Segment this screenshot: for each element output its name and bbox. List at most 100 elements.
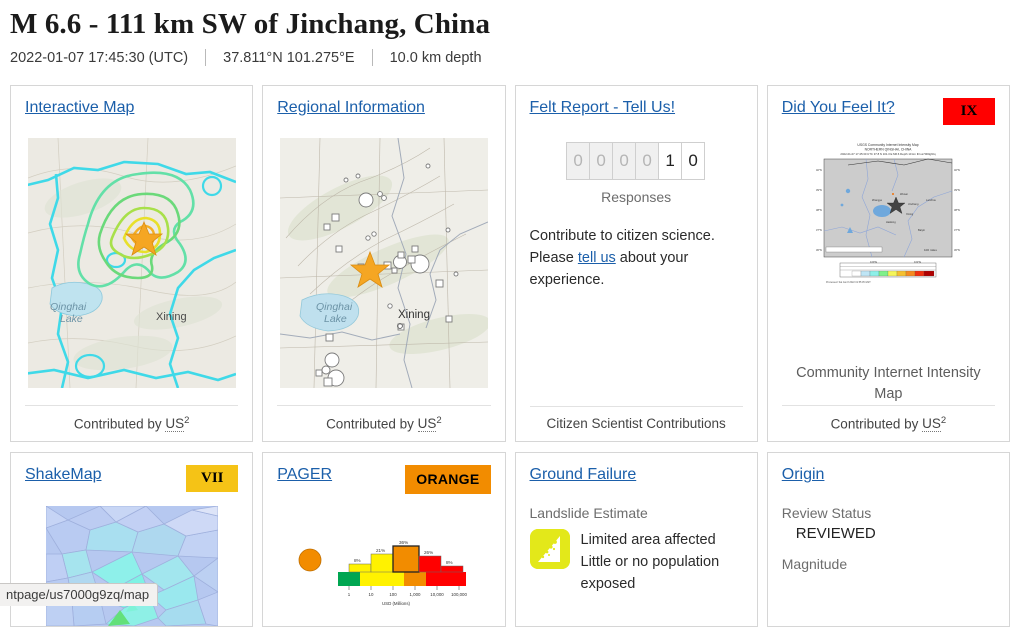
odometer-digit: 0 xyxy=(566,142,591,180)
landslide-icon xyxy=(529,529,570,569)
axis-tick: 1 xyxy=(348,592,351,597)
ciim-title-line3: 2022-01-07 17:45:30 UTC 37.8 N 101.3 E M… xyxy=(841,152,937,156)
interactive-map-link[interactable]: Interactive Map xyxy=(25,98,134,118)
response-odometer: 0 0 0 0 1 0 xyxy=(530,142,743,180)
line2-prefix: Please xyxy=(529,250,578,266)
svg-text:39°N: 39°N xyxy=(816,188,822,192)
svg-text:Xining: Xining xyxy=(156,311,187,323)
ciim-title-line2: NORTHERN QINGHAI, CHINA xyxy=(865,148,913,152)
pager-link[interactable]: PAGER xyxy=(277,465,332,485)
seismicity-map: Qinghai Lake Xining xyxy=(279,138,488,388)
card-footer: Contributed by US2 xyxy=(277,404,491,442)
footer-source-abbr: US xyxy=(922,416,941,432)
svg-text:Zhangye: Zhangye xyxy=(872,198,883,202)
svg-text:Lake: Lake xyxy=(324,313,347,325)
economic-loss-histogram: 8% 21% 36% 26% 8% 1 10 100 1,000 10,000 … xyxy=(296,532,471,606)
interactive-map-thumbnail[interactable]: Qinghai Lake Xining xyxy=(25,124,238,405)
svg-text:Xining: Xining xyxy=(906,212,914,216)
ground-failure-link[interactable]: Ground Failure xyxy=(530,465,637,485)
ciim-title-line1: USGS Community Internet Intensity Map xyxy=(858,143,919,147)
svg-text:Haidong: Haidong xyxy=(886,220,896,224)
card-interactive-map[interactable]: Interactive Map Qinghai Lake Xining Cont… xyxy=(10,85,254,442)
bar-label: 21% xyxy=(376,548,385,553)
svg-text:37°N: 37°N xyxy=(816,228,822,232)
origin-link[interactable]: Origin xyxy=(782,465,825,485)
tell-us-link[interactable]: tell us xyxy=(578,250,616,266)
shakemap-image xyxy=(45,506,218,626)
axis-tick: 1,000 xyxy=(410,592,422,597)
card-header: Origin xyxy=(782,465,995,491)
card-footer: Contributed by US2 xyxy=(25,404,239,442)
card-header: Did You Feel It? IX xyxy=(782,98,995,125)
dyfi-link[interactable]: Did You Feel It? xyxy=(782,98,895,118)
svg-text:Xining: Xining xyxy=(398,309,430,321)
card-header: Interactive Map xyxy=(25,98,238,124)
bar-label: 36% xyxy=(399,540,408,545)
shakemap-link[interactable]: ShakeMap xyxy=(25,465,102,485)
regional-information-link[interactable]: Regional Information xyxy=(277,98,425,118)
footer-superscript: 2 xyxy=(940,414,947,426)
card-felt-report[interactable]: Felt Report - Tell Us! 0 0 0 0 1 0 Respo… xyxy=(514,85,758,442)
dyfi-intensity-badge: IX xyxy=(943,98,995,125)
card-pager[interactable]: PAGER ORANGE 8% 21% 36% 26% 8% 1 10 100 … xyxy=(262,452,506,627)
svg-text:38°N: 38°N xyxy=(954,208,960,212)
svg-text:Lanzhou: Lanzhou xyxy=(926,198,937,202)
footer-prefix: Contributed by xyxy=(73,416,166,431)
svg-text:Lake: Lake xyxy=(60,313,83,325)
svg-text:36°N: 36°N xyxy=(954,248,960,252)
card-header: PAGER ORANGE xyxy=(277,465,491,494)
review-status-label: Review Status xyxy=(781,505,872,521)
axis-label: USD (Millions) xyxy=(382,601,411,606)
magnitude-label: Magnitude xyxy=(781,556,848,572)
landslide-estimate-label: Landslide Estimate xyxy=(529,505,648,521)
card-header: Ground Failure xyxy=(530,465,743,491)
bar-label: 26% xyxy=(424,550,433,555)
svg-text:36°N: 36°N xyxy=(816,248,822,252)
card-regional-information[interactable]: Regional Information Qinghai Lake Xining… xyxy=(262,85,506,442)
svg-text:40°N: 40°N xyxy=(816,168,822,172)
divider xyxy=(205,49,207,66)
bar-label: 8% xyxy=(354,558,361,563)
bar-label: 8% xyxy=(446,560,453,565)
footer-prefix: Contributed by xyxy=(326,416,418,431)
event-metadata: 2022-01-07 17:45:30 (UTC) 37.811°N 101.2… xyxy=(10,49,1015,66)
odometer-digit: 1 xyxy=(658,142,683,180)
pager-loss-chart[interactable]: 8% 21% 36% 26% 8% 1 10 100 1,000 10,000 … xyxy=(277,494,490,626)
svg-text:39°N: 39°N xyxy=(954,188,960,192)
svg-text:38°N: 38°N xyxy=(816,208,822,212)
felt-report-line1: Contribute to citizen science. xyxy=(529,228,715,244)
odometer-digit: 0 xyxy=(681,142,706,180)
svg-text:40°N: 40°N xyxy=(954,168,960,172)
summary-card-grid: Interactive Map Qinghai Lake Xining Cont… xyxy=(10,85,1010,627)
svg-text:Processed: Sat Jan 8 2022 01:5: Processed: Sat Jan 8 2022 01:55:05 GMT xyxy=(826,281,871,284)
landslide-estimate-row: Limited area affected Little or no popul… xyxy=(529,529,743,595)
footer-superscript: 2 xyxy=(436,414,442,426)
event-coordinates: 37.811°N 101.275°E xyxy=(223,49,355,66)
page-header: M 6.6 - 111 km SW of Jinchang, China 202… xyxy=(0,0,1015,66)
landslide-estimate-text: Limited area affected Little or no popul… xyxy=(581,529,743,595)
footer-superscript: 2 xyxy=(184,414,190,426)
card-footer: Contributed by US2 xyxy=(781,404,995,442)
responses-label: Responses xyxy=(601,189,672,205)
ciim-caption: Community Internet Intensity Map xyxy=(796,364,981,402)
event-time: 2022-01-07 17:45:30 (UTC) xyxy=(10,49,189,66)
axis-tick: 100,000 xyxy=(451,592,467,597)
felt-report-link[interactable]: Felt Report - Tell Us! xyxy=(530,98,676,118)
pager-alert-badge: ORANGE xyxy=(405,465,491,494)
card-ground-failure[interactable]: Ground Failure Landslide Estimate Limite… xyxy=(514,452,758,627)
card-origin[interactable]: Origin Review Status REVIEWED Magnitude xyxy=(766,452,1010,627)
contour-map: Qinghai Lake Xining xyxy=(27,138,236,388)
felt-report-body: Contribute to citizen science. Please te… xyxy=(530,225,743,291)
axis-tick: 10,000 xyxy=(431,592,445,597)
card-header: ShakeMap VII xyxy=(25,465,239,492)
svg-text:Baiyin: Baiyin xyxy=(918,228,926,232)
regional-map-thumbnail[interactable]: Qinghai Lake Xining xyxy=(277,124,490,405)
svg-text:Qinghai: Qinghai xyxy=(50,301,87,313)
card-did-you-feel-it[interactable]: Did You Feel It? IX USGS Community Inter… xyxy=(766,85,1010,442)
divider xyxy=(371,49,373,66)
landslide-line1: Limited area affected xyxy=(580,532,716,548)
browser-status-bar: ntpage/us7000g9zq/map xyxy=(0,583,159,606)
footer-prefix: Contributed by xyxy=(830,416,923,431)
ciim-thumbnail[interactable]: USGS Community Internet Intensity Map NO… xyxy=(782,125,995,351)
odometer-digit: 0 xyxy=(612,142,637,180)
